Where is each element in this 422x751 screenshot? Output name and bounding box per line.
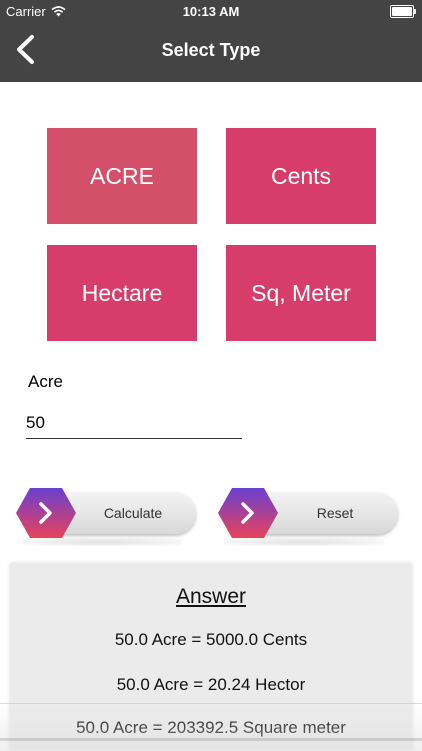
reset-button[interactable]: Reset xyxy=(216,486,400,546)
battery-icon xyxy=(390,5,416,18)
type-hectare-button[interactable]: Hectare xyxy=(47,245,197,341)
scroll-indicator xyxy=(0,738,422,741)
type-acre-button[interactable]: ACRE xyxy=(47,128,197,224)
chevron-right-icon xyxy=(16,488,76,538)
answer-panel: Answer 50.0 Acre = 5000.0 Cents 50.0 Acr… xyxy=(10,563,412,750)
answer-hectare: 50.0 Acre = 20.24 Hector xyxy=(116,675,306,694)
type-sq-meter-button[interactable]: Sq, Meter xyxy=(226,245,376,341)
chevron-right-icon xyxy=(218,488,278,538)
answer-cents: 50.0 Acre = 5000.0 Cents xyxy=(114,630,308,649)
answer-square-meter: 50.0 Acre = 203392.5 Square meter xyxy=(76,718,346,737)
reset-label: Reset xyxy=(316,505,354,521)
answer-title: Answer xyxy=(175,585,247,608)
calculate-button[interactable]: Calculate xyxy=(14,486,198,546)
status-time: 10:13 AM xyxy=(182,4,240,19)
value-input[interactable] xyxy=(26,408,242,439)
calculate-label: Calculate xyxy=(103,505,163,521)
input-label: Acre xyxy=(28,372,63,391)
type-cents-button[interactable]: Cents xyxy=(226,128,376,224)
status-bar: Carrier 10:13 AM xyxy=(0,0,422,22)
page-title: Select Type xyxy=(161,40,261,60)
nav-bar: Select Type xyxy=(0,22,422,82)
